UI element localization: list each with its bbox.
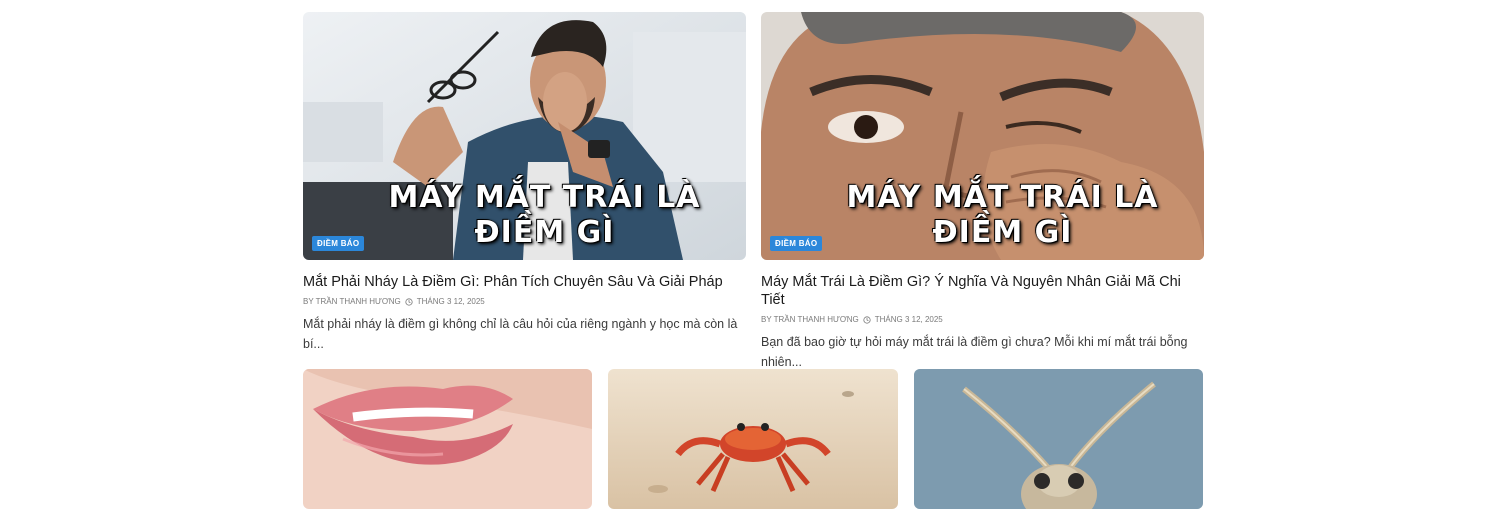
post-thumbnail[interactable] [608,369,898,509]
post-card[interactable]: MÁY MẮT TRÁI LÀ ĐIỀM GÌ ĐIỀM BÁO Mắt Phả… [303,12,746,354]
moth-photo [914,369,1203,509]
post-title[interactable]: Mắt Phải Nháy Là Điềm Gì: Phân Tích Chuy… [303,273,746,291]
post-thumbnail[interactable]: MÁY MẮT TRÁI LÀ ĐIỀM GÌ ĐIỀM BÁO [761,12,1204,260]
post-meta: BY TRẦN THANH HƯƠNG THÁNG 3 12, 2025 [303,297,746,306]
post-meta: BY TRẦN THANH HƯƠNG THÁNG 3 12, 2025 [761,315,1204,324]
post-author[interactable]: BY TRẦN THANH HƯƠNG [303,297,401,306]
clock-icon [405,297,413,306]
post-card[interactable] [303,369,592,509]
post-card[interactable] [914,369,1203,509]
post-thumbnail[interactable] [303,369,592,509]
crab-photo [608,369,898,509]
post-thumbnail[interactable]: MÁY MẮT TRÁI LÀ ĐIỀM GÌ ĐIỀM BÁO [303,12,746,260]
post-card[interactable] [608,369,898,509]
post-title[interactable]: Máy Mắt Trái Là Điềm Gì? Ý Nghĩa Và Nguy… [761,273,1204,309]
post-date: THÁNG 3 12, 2025 [874,315,943,324]
category-badge[interactable]: ĐIỀM BÁO [770,236,823,251]
post-card[interactable]: MÁY MẮT TRÁI LÀ ĐIỀM GÌ ĐIỀM BÁO Máy Mắt… [761,12,1204,372]
post-date: THÁNG 3 12, 2025 [416,297,485,306]
category-badge[interactable]: ĐIỀM BÁO [312,236,365,251]
lips-photo [303,369,592,509]
thumbnail-overlay-text: MÁY MẮT TRÁI LÀ ĐIỀM GÌ [388,180,701,250]
post-thumbnail[interactable] [914,369,1203,509]
clock-icon [863,315,871,324]
thumbnail-overlay-text: MÁY MẮT TRÁI LÀ ĐIỀM GÌ [846,180,1159,250]
post-author[interactable]: BY TRẦN THANH HƯƠNG [761,315,859,324]
post-excerpt: Bạn đã bao giờ tự hỏi máy mắt trái là đi… [761,335,1188,369]
post-excerpt: Mắt phải nháy là điềm gì không chỉ là câ… [303,317,738,351]
